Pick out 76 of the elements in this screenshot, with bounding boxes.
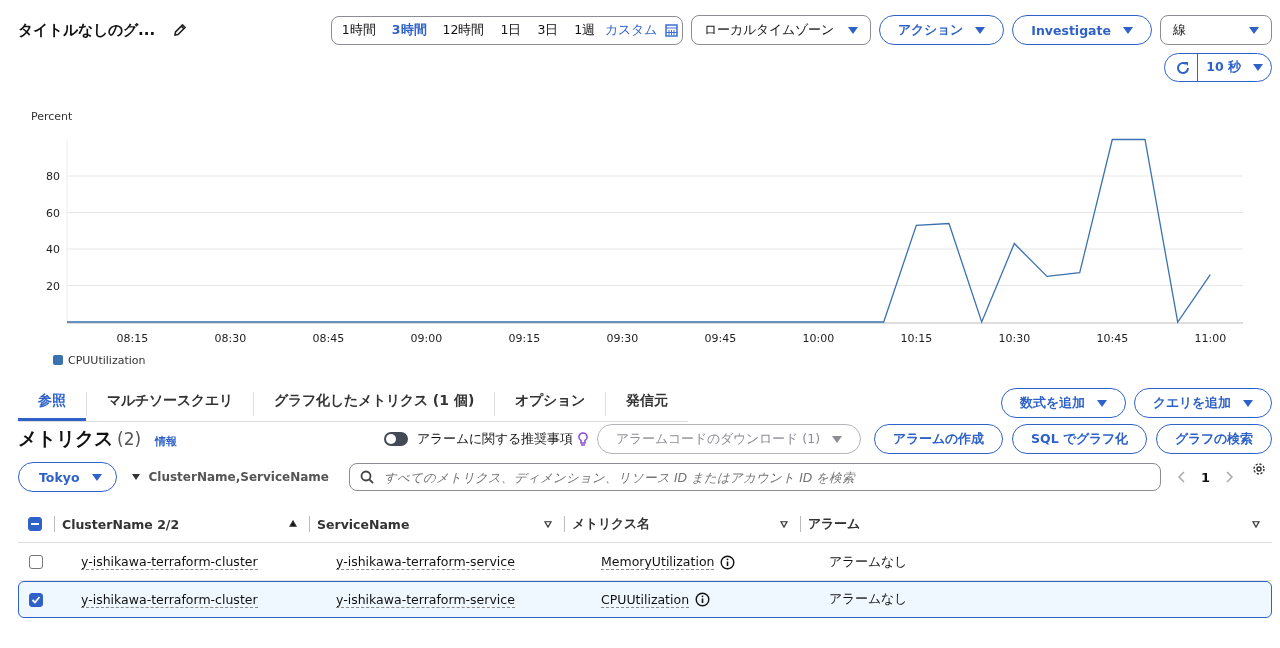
x-tick-label: 09:30 [606, 332, 639, 345]
actions-dropdown[interactable]: アクション [879, 15, 1005, 45]
x-tick-label: 11:00 [1194, 332, 1227, 345]
lightbulb-icon [578, 431, 589, 447]
time-range-option[interactable]: 12時間 [434, 21, 493, 39]
sort-icon[interactable] [542, 518, 554, 530]
calendar-icon[interactable] [665, 23, 679, 37]
column-header[interactable]: ServiceName [317, 516, 536, 532]
x-tick-label: 10:15 [900, 332, 933, 345]
search-field[interactable]: すべてのメトリクス、ディメンション、リソース ID またはアカウント ID を検索 [348, 463, 1161, 491]
x-tick-label: 08:45 [312, 332, 345, 345]
region-dropdown[interactable]: Tokyo [18, 462, 117, 492]
x-tick-label: 08:15 [116, 332, 149, 345]
column-header[interactable]: メトリクス名 [572, 515, 772, 533]
time-range-option[interactable]: 1週 [566, 21, 604, 39]
time-range-option[interactable]: 3日 [529, 21, 567, 39]
y-tick-label: 20 [46, 279, 60, 293]
column-header[interactable]: アラーム [808, 515, 1244, 533]
x-tick-label: 10:30 [998, 332, 1031, 345]
table-cell: アラームなし [829, 553, 907, 571]
edit-icon[interactable] [173, 23, 188, 37]
action-button[interactable]: アラームの作成 [874, 424, 1004, 454]
row-checkbox[interactable] [29, 592, 43, 607]
y-axis-label: Percent [31, 110, 73, 123]
time-range-option[interactable]: 1時間 [333, 21, 384, 39]
x-tick-label: 08:30 [214, 332, 247, 345]
tab[interactable]: オプション [495, 386, 606, 421]
toggle-label: アラームに関する推奨事項 [417, 430, 574, 448]
chart-type-dropdown[interactable]: 線 [1160, 15, 1272, 45]
time-range-option[interactable]: カスタム [603, 21, 666, 39]
info-icon[interactable] [695, 592, 711, 607]
timezone-dropdown[interactable]: ローカルタイムゾーン [691, 15, 872, 45]
action-button[interactable]: SQL でグラフ化 [1012, 424, 1147, 454]
refresh-icon [1175, 59, 1192, 76]
table-cell[interactable]: y-ishikawa-terraform-service [336, 554, 515, 570]
investigate-dropdown[interactable]: Investigate [1012, 15, 1152, 45]
alarm-recommendation-toggle[interactable] [384, 432, 409, 446]
x-tick-label: 10:00 [802, 332, 835, 345]
dashboard-title: タイトルなしのグ... [18, 20, 156, 40]
settings-icon[interactable] [1252, 462, 1266, 476]
table-cell[interactable]: y-ishikawa-terraform-service [336, 591, 515, 608]
sort-icon[interactable] [287, 518, 299, 530]
table-cell[interactable]: CPUUtilization [601, 591, 690, 608]
tab[interactable]: マルチソースクエリ [87, 386, 253, 421]
info-icon[interactable] [720, 554, 736, 570]
add-dropdown-button[interactable]: クエリを追加 [1134, 388, 1272, 418]
y-tick-label: 80 [46, 170, 60, 183]
row-checkbox[interactable] [29, 555, 43, 569]
add-dropdown-button[interactable]: 数式を追加 [1001, 388, 1126, 418]
tab[interactable]: 発信元 [606, 386, 689, 421]
dimension-breadcrumb[interactable]: ClusterName,ServiceName [148, 470, 329, 484]
metrics-count: (2) [117, 429, 142, 449]
time-range-option[interactable]: 3時間 [383, 21, 435, 39]
info-link[interactable]: 情報 [155, 434, 178, 449]
x-tick-label: 09:15 [508, 332, 541, 345]
caret-icon[interactable] [130, 472, 141, 482]
x-tick-label: 10:45 [1096, 332, 1129, 345]
time-range-option[interactable]: 1日 [492, 21, 530, 39]
table-cell[interactable]: y-ishikawa-terraform-cluster [81, 591, 258, 608]
select-all-checkbox[interactable] [28, 517, 42, 531]
y-tick-label: 60 [46, 206, 60, 220]
sort-icon[interactable] [778, 518, 790, 530]
legend-label[interactable]: CPUUtilization [68, 354, 146, 367]
tab[interactable]: グラフ化したメトリクス (1 個) [254, 386, 495, 421]
x-tick-label: 09:45 [704, 332, 737, 345]
table-row[interactable]: y-ishikawa-terraform-cluster y-ishikawa-terraform-service CPUUtilization アラームなし [18, 581, 1272, 618]
page-number[interactable]: 1 [1200, 469, 1210, 485]
x-tick-label: 09:00 [410, 332, 443, 345]
table-cell: アラームなし [829, 591, 907, 608]
sort-icon[interactable] [1250, 518, 1262, 530]
action-button[interactable]: グラフの検索 [1156, 424, 1272, 454]
y-tick-label: 40 [46, 243, 60, 256]
table-cell[interactable]: MemoryUtilization [601, 554, 715, 570]
table-cell[interactable]: y-ishikawa-terraform-cluster [81, 554, 258, 570]
column-header[interactable]: ClusterName 2/2 [62, 516, 281, 532]
section-title: メトリクス [18, 426, 113, 451]
